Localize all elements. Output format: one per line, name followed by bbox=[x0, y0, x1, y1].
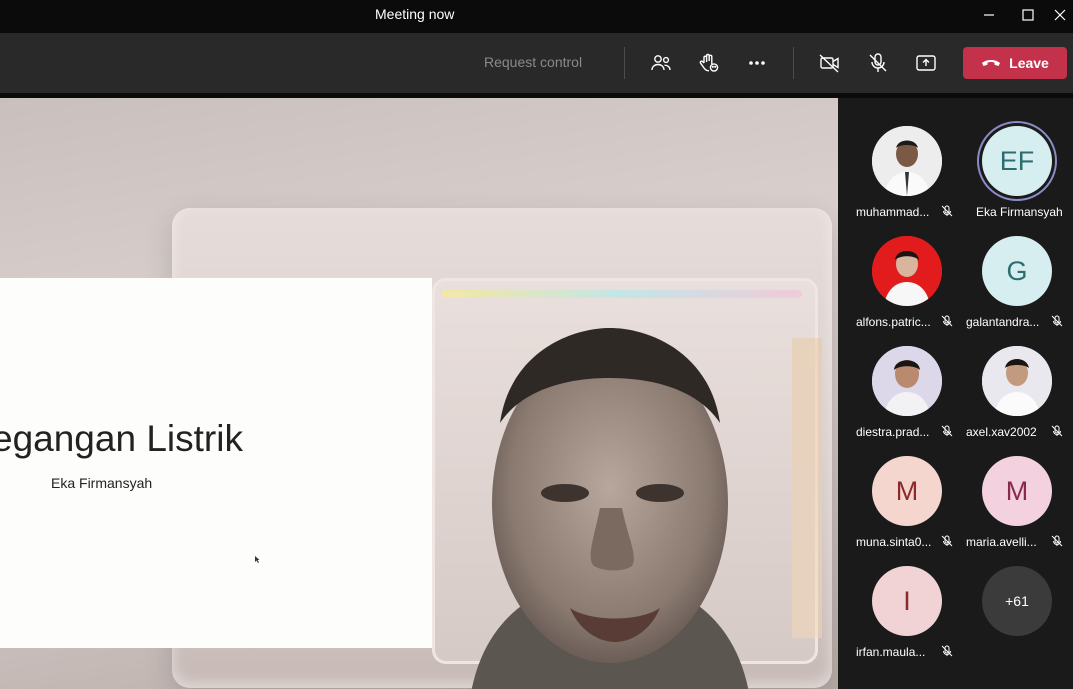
participant-avatar: M bbox=[982, 456, 1052, 526]
window-title: Meeting now bbox=[375, 6, 455, 22]
share-tray-icon bbox=[916, 55, 936, 71]
participant-avatar: M bbox=[872, 456, 942, 526]
leave-label: Leave bbox=[1009, 55, 1049, 71]
participant-tile[interactable]: alfons.patric... bbox=[838, 208, 953, 329]
participant-name: irfan.maula... bbox=[856, 645, 926, 659]
more-participants-tile[interactable]: +61 bbox=[948, 538, 1058, 648]
participant-initials: EF bbox=[999, 145, 1035, 176]
participant-tile[interactable]: muhammad... bbox=[838, 98, 953, 219]
more-participants-badge: +61 bbox=[982, 566, 1052, 636]
participant-tile[interactable]: I irfan.maula... bbox=[838, 538, 953, 659]
participant-tile[interactable]: EF Eka Firmansyah bbox=[948, 98, 1063, 219]
participant-avatar: I bbox=[872, 566, 942, 636]
raise-hand-icon bbox=[699, 53, 719, 72]
participant-tile[interactable]: G galantandra... bbox=[948, 208, 1063, 329]
participant-avatar: EF bbox=[982, 126, 1052, 196]
phone-hangup-icon bbox=[982, 60, 1001, 66]
minimize-button[interactable] bbox=[968, 0, 1010, 30]
participant-photo bbox=[982, 346, 1052, 416]
close-button[interactable] bbox=[1046, 0, 1073, 30]
participant-avatar bbox=[982, 346, 1052, 416]
leave-button[interactable]: Leave bbox=[963, 47, 1067, 79]
shared-slide: egangan Listrik Eka Firmansyah bbox=[0, 278, 432, 648]
close-icon bbox=[1054, 9, 1065, 21]
participant-avatar bbox=[872, 126, 942, 196]
mouse-cursor-icon bbox=[255, 556, 260, 563]
camera-toggle-button[interactable] bbox=[815, 48, 845, 78]
participants-button[interactable] bbox=[646, 48, 676, 78]
mic-toggle-button[interactable] bbox=[863, 48, 893, 78]
participant-tile[interactable]: M muna.sinta0... bbox=[838, 428, 953, 549]
participant-initials: G bbox=[1006, 255, 1028, 286]
camera-off-icon bbox=[819, 54, 839, 73]
more-options-icon bbox=[749, 61, 765, 65]
participants-gallery: muhammad... EF Eka Firmansyah alfons.pat… bbox=[838, 98, 1073, 689]
more-participants-count: +61 bbox=[1005, 593, 1029, 609]
participant-photo bbox=[872, 346, 942, 416]
people-icon bbox=[651, 55, 671, 71]
video-stage: egangan Listrik Eka Firmansyah bbox=[0, 98, 838, 689]
participant-photo bbox=[872, 126, 942, 196]
participant-tile[interactable]: diestra.prad... bbox=[838, 318, 953, 439]
participant-avatar: G bbox=[982, 236, 1052, 306]
presenter-video bbox=[471, 328, 749, 689]
participant-initials: M bbox=[1005, 475, 1029, 506]
participant-tile[interactable]: M maria.avelli... bbox=[948, 428, 1063, 549]
raise-hand-button[interactable] bbox=[694, 48, 724, 78]
background-light-strip bbox=[442, 290, 802, 298]
title-bar: Meeting now bbox=[0, 0, 1073, 30]
participant-avatar bbox=[872, 346, 942, 416]
participant-photo bbox=[872, 236, 942, 306]
more-options-button[interactable] bbox=[742, 48, 772, 78]
slide-title: egangan Listrik bbox=[0, 418, 243, 459]
participant-initials: M bbox=[895, 475, 919, 506]
participant-avatar bbox=[872, 236, 942, 306]
meeting-toolbar: Request control Leave bbox=[0, 33, 1073, 93]
request-control-button[interactable]: Request control bbox=[484, 54, 582, 70]
participant-tile[interactable]: axel.xav2002 bbox=[948, 318, 1063, 439]
participant-initials: I bbox=[903, 585, 911, 616]
toolbar-divider bbox=[793, 47, 794, 79]
mic-off-icon bbox=[869, 53, 887, 72]
maximize-icon bbox=[1022, 9, 1034, 21]
background-glow bbox=[792, 338, 822, 638]
toolbar-divider bbox=[624, 47, 625, 79]
slide-subtitle: Eka Firmansyah bbox=[51, 475, 153, 491]
share-content-button[interactable] bbox=[911, 48, 941, 78]
minimize-icon bbox=[984, 14, 994, 16]
maximize-button[interactable] bbox=[1007, 0, 1049, 30]
